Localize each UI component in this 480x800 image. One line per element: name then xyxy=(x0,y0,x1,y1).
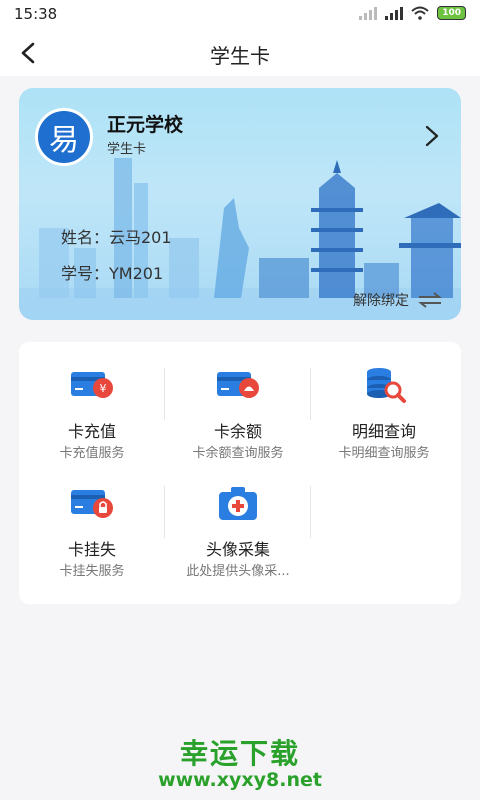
details-search-icon xyxy=(367,368,406,403)
service-report-loss[interactable]: 卡挂失 卡挂失服务 xyxy=(19,460,165,579)
swap-arrows-icon xyxy=(418,292,442,308)
service-label: 卡挂失 xyxy=(67,540,116,559)
watermark-title: 幸运下载 xyxy=(179,737,300,770)
signal-icon-1 xyxy=(359,6,378,20)
status-bar: 15:38 100 xyxy=(0,0,480,30)
student-name: 姓名：云马201 xyxy=(61,228,172,247)
student-id: 学号：YM201 xyxy=(61,264,164,283)
service-balance[interactable]: 卡余额 卡余额查询服务 xyxy=(165,342,311,461)
school-name: 正元学校 xyxy=(107,114,184,136)
svg-text:¥: ¥ xyxy=(100,382,107,395)
service-label: 卡余额 xyxy=(213,422,262,441)
service-label: 明细查询 xyxy=(351,422,416,441)
service-photo-capture[interactable]: 头像采集 此处提供头像采... xyxy=(165,460,311,579)
service-details[interactable]: 明细查询 卡明细查询服务 xyxy=(311,342,457,461)
status-icons: 100 xyxy=(359,6,466,20)
service-desc: 卡充值服务 xyxy=(59,446,125,461)
services-panel: ¥ 卡充值 卡充值服务 卡余额 卡余额查询服务 明细查询 卡明细查询服务 卡挂失… xyxy=(19,342,461,604)
watermark-url: www.xyxy8.net xyxy=(158,769,322,791)
service-desc: 卡挂失服务 xyxy=(59,564,125,579)
unbind-button[interactable]: 解除绑定 xyxy=(353,290,443,310)
card-recharge-icon: ¥ xyxy=(71,372,113,398)
page-title: 学生卡 xyxy=(210,44,270,68)
service-label: 头像采集 xyxy=(205,540,270,559)
service-desc: 此处提供头像采... xyxy=(186,564,290,579)
card-lock-icon xyxy=(71,490,113,518)
service-desc: 卡明细查询服务 xyxy=(338,446,430,461)
student-card[interactable]: 易 正元学校 学生卡 姓名：云马201 学号：YM201 解除绑定 xyxy=(19,88,461,320)
battery-icon: 100 xyxy=(437,6,466,20)
service-label: 卡充值 xyxy=(67,422,116,441)
status-time: 15:38 xyxy=(14,5,58,23)
unbind-label: 解除绑定 xyxy=(353,293,409,309)
signal-icon-2 xyxy=(385,6,404,20)
card-type-label: 学生卡 xyxy=(107,142,147,157)
chevron-right-icon[interactable] xyxy=(423,124,441,148)
service-recharge[interactable]: ¥ 卡充值 卡充值服务 xyxy=(19,342,165,461)
service-desc: 卡余额查询服务 xyxy=(192,446,284,461)
nav-header: 学生卡 xyxy=(0,30,480,76)
camera-icon xyxy=(219,487,257,520)
school-logo: 易 xyxy=(35,108,93,166)
card-balance-icon xyxy=(217,372,259,398)
wifi-icon xyxy=(411,6,429,20)
